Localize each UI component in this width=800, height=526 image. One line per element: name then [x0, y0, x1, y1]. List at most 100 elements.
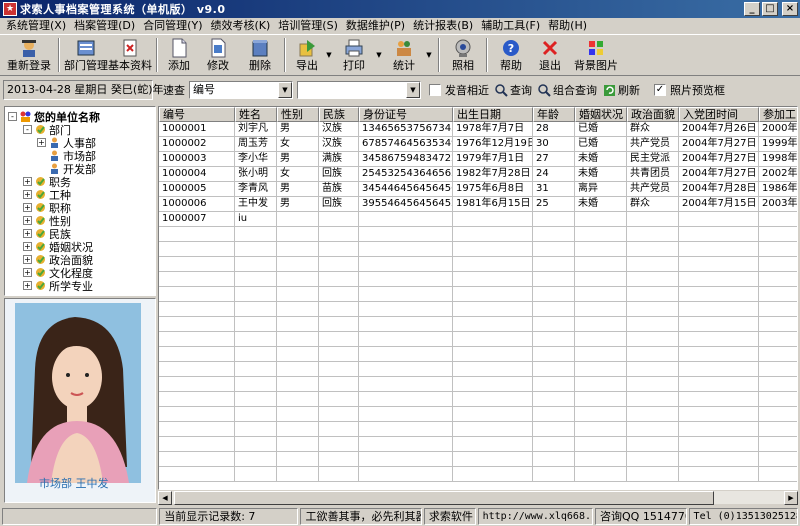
table-cell[interactable]: [759, 347, 797, 362]
table-cell[interactable]: [453, 452, 533, 467]
table-row[interactable]: [159, 467, 797, 482]
table-row[interactable]: [159, 377, 797, 392]
table-cell[interactable]: 2003年: [759, 197, 797, 212]
delete-button[interactable]: 删除: [240, 36, 280, 74]
table-cell[interactable]: [627, 437, 679, 452]
table-cell[interactable]: [359, 437, 453, 452]
table-row[interactable]: 1000005 李青风男苗族 345446456456456 1975年6月8日 31 离…: [159, 182, 797, 197]
table-cell[interactable]: [235, 287, 277, 302]
table-row[interactable]: [159, 272, 797, 287]
table-cell[interactable]: [235, 452, 277, 467]
table-cell[interactable]: [277, 467, 319, 482]
table-cell[interactable]: 1975年6月8日: [453, 182, 533, 197]
table-cell[interactable]: 民主党派: [627, 152, 679, 167]
table-cell[interactable]: [575, 287, 627, 302]
table-cell[interactable]: 1000002: [159, 137, 235, 152]
table-cell[interactable]: 31: [533, 182, 575, 197]
column-header[interactable]: 民族: [319, 107, 359, 122]
export-button[interactable]: 导出: [290, 36, 324, 74]
column-header[interactable]: 姓名: [235, 107, 277, 122]
table-cell[interactable]: [627, 257, 679, 272]
checkbox-box-checked[interactable]: ✓: [654, 84, 666, 96]
table-cell[interactable]: [319, 467, 359, 482]
table-row[interactable]: 1000001 刘宇凡男汉族 134656537567343 1978年7月7日 28 已…: [159, 122, 797, 137]
table-cell[interactable]: [453, 242, 533, 257]
table-cell[interactable]: [533, 302, 575, 317]
table-cell[interactable]: [319, 212, 359, 227]
table-row[interactable]: 1000006 王中发男回族 395546456456452 1981年6月15日 25…: [159, 197, 797, 212]
table-cell[interactable]: [235, 242, 277, 257]
table-cell[interactable]: iu: [235, 212, 277, 227]
table-cell[interactable]: [627, 377, 679, 392]
table-cell[interactable]: [319, 242, 359, 257]
table-cell[interactable]: [759, 242, 797, 257]
table-cell[interactable]: [453, 467, 533, 482]
table-cell[interactable]: [627, 227, 679, 242]
table-cell[interactable]: [359, 317, 453, 332]
table-cell[interactable]: [679, 317, 759, 332]
menu-contract[interactable]: 合同管理(Y): [139, 18, 206, 34]
expand-icon[interactable]: +: [23, 268, 32, 277]
table-row[interactable]: 1000004 张小明女回族 254532543646562 1982年7月28日 24…: [159, 167, 797, 182]
table-row[interactable]: [159, 392, 797, 407]
relogin-button[interactable]: 重新登录: [4, 36, 54, 74]
table-cell[interactable]: [679, 377, 759, 392]
table-cell[interactable]: [679, 212, 759, 227]
table-cell[interactable]: [759, 227, 797, 242]
table-cell[interactable]: 1982年7月28日: [453, 167, 533, 182]
table-cell[interactable]: [759, 317, 797, 332]
column-header[interactable]: 出生日期: [453, 107, 533, 122]
table-cell[interactable]: 共产党员: [627, 182, 679, 197]
table-row[interactable]: [159, 407, 797, 422]
table-cell[interactable]: [359, 377, 453, 392]
table-cell[interactable]: [627, 317, 679, 332]
table-cell[interactable]: [759, 422, 797, 437]
table-cell[interactable]: [679, 362, 759, 377]
table-cell[interactable]: [627, 392, 679, 407]
table-cell[interactable]: [235, 317, 277, 332]
table-cell[interactable]: [235, 437, 277, 452]
table-cell[interactable]: [235, 362, 277, 377]
table-cell[interactable]: [679, 407, 759, 422]
collapse-icon[interactable]: -: [8, 112, 17, 121]
menu-performance[interactable]: 绩效考核(K): [207, 18, 275, 34]
table-cell[interactable]: [533, 317, 575, 332]
table-cell[interactable]: [277, 452, 319, 467]
chevron-down-icon[interactable]: ▼: [406, 82, 420, 98]
table-cell[interactable]: [453, 377, 533, 392]
table-cell[interactable]: [759, 362, 797, 377]
table-cell[interactable]: [759, 437, 797, 452]
table-cell[interactable]: [359, 257, 453, 272]
table-row[interactable]: [159, 317, 797, 332]
table-cell[interactable]: 1986年: [759, 182, 797, 197]
add-button[interactable]: 添加: [162, 36, 196, 74]
expand-icon[interactable]: +: [23, 281, 32, 290]
table-cell[interactable]: 134656537567343: [359, 122, 453, 137]
table-cell[interactable]: 汉族: [319, 122, 359, 137]
minimize-button[interactable]: _: [744, 2, 760, 16]
table-row[interactable]: [159, 437, 797, 452]
table-cell[interactable]: [319, 437, 359, 452]
table-cell[interactable]: [359, 332, 453, 347]
table-cell[interactable]: [533, 452, 575, 467]
table-cell[interactable]: 共产党员: [627, 137, 679, 152]
table-cell[interactable]: 30: [533, 137, 575, 152]
statistics-dropdown-arrow[interactable]: ▼: [424, 36, 434, 74]
table-cell[interactable]: [575, 452, 627, 467]
table-cell[interactable]: [235, 467, 277, 482]
table-cell[interactable]: [159, 317, 235, 332]
table-cell[interactable]: [575, 437, 627, 452]
table-cell[interactable]: [277, 377, 319, 392]
table-cell[interactable]: [627, 302, 679, 317]
table-cell[interactable]: [759, 452, 797, 467]
table-cell[interactable]: [277, 212, 319, 227]
table-row[interactable]: [159, 452, 797, 467]
table-cell[interactable]: [319, 362, 359, 377]
table-cell[interactable]: [453, 332, 533, 347]
basic-info-button[interactable]: 基本资料: [108, 36, 152, 74]
table-cell[interactable]: [359, 407, 453, 422]
table-cell[interactable]: [575, 392, 627, 407]
column-header[interactable]: 年龄: [533, 107, 575, 122]
expand-icon[interactable]: +: [23, 190, 32, 199]
table-cell[interactable]: [533, 257, 575, 272]
